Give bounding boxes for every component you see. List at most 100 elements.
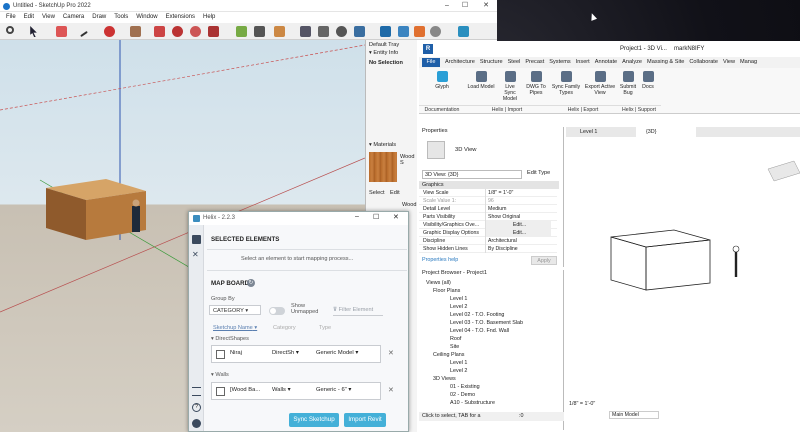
menu-window[interactable]: Window [136,14,157,20]
view-tab-3d[interactable]: {3D} [636,127,696,137]
menu-extensions[interactable]: Extensions [166,14,195,20]
revit-3d-view[interactable] [566,127,800,419]
tree-node[interactable]: Level 02 - T.O. Footing [419,311,559,319]
tape-measure-icon[interactable] [236,26,247,37]
menu-draw[interactable]: Draw [92,14,106,20]
materials-header[interactable]: ▾ Materials [369,142,396,148]
edit-button[interactable]: Edit... [485,229,551,237]
sync-sketchup-button[interactable]: Sync Sketchup [289,413,339,427]
prop-value[interactable]: Show Original [485,213,551,221]
tab-massing[interactable]: Massing & Site [647,57,684,68]
maximize-icon[interactable]: ☐ [455,0,475,12]
eraser-icon[interactable] [56,26,67,37]
tree-node[interactable]: 02 - Demo [419,391,559,399]
tab-steel[interactable]: Steel [508,57,521,68]
tree-node[interactable]: Floor Plans [419,287,559,295]
glyph-button[interactable]: Glyph [429,71,455,103]
row-type[interactable]: Generic - 6" ▾ [316,387,351,393]
group-directshapes[interactable]: ▾ DirectShapes [211,336,249,342]
tab-edit[interactable]: Edit [390,190,400,196]
prop-value[interactable]: Medium [485,205,551,213]
menu-edit[interactable]: Edit [24,14,34,20]
docs-button[interactable]: Docs [640,71,656,103]
view-selector[interactable]: 3D View: {3D} [422,170,522,179]
sync-family-button[interactable]: Sync Family Types [551,71,581,103]
paint-bucket-icon[interactable] [274,26,285,37]
tree-node[interactable]: Site [419,343,559,351]
apply-button[interactable]: Apply [531,256,557,265]
tree-node[interactable]: Level 1 [419,359,559,367]
graphics-header[interactable]: Graphics [419,181,559,189]
prop-value[interactable]: 1/8" = 1'-0" [485,189,551,197]
load-model-button[interactable]: Load Model [467,71,495,103]
edit-type-button[interactable]: Edit Type [527,170,550,176]
refresh-icon[interactable]: ↻ [247,279,255,287]
row-type[interactable]: Generic Model ▾ [316,350,358,356]
tree-node[interactable]: Level 1 [419,295,559,303]
tree-node[interactable]: Roof [419,335,559,343]
tab-annotate[interactable]: Annotate [595,57,617,68]
tree-node[interactable]: Level 2 [419,367,559,375]
tab-structure[interactable]: Structure [480,57,503,68]
mapping-icon[interactable] [192,235,201,244]
tab-collaborate[interactable]: Collaborate [689,57,718,68]
rotate-icon[interactable] [190,26,201,37]
tools-icon[interactable]: ✕ [192,250,201,259]
model-selector[interactable]: Main Model [609,411,659,419]
tab-systems[interactable]: Systems [549,57,570,68]
menu-tools[interactable]: Tools [114,14,128,20]
material-swatch[interactable] [369,152,397,182]
pan-icon[interactable] [318,26,329,37]
minimize-icon[interactable]: – [355,213,359,220]
extension-manager-icon[interactable] [430,26,441,37]
tab-architecture[interactable]: Architecture [445,57,475,68]
tree-icon[interactable] [192,387,201,396]
line-icon[interactable] [80,30,88,38]
row-category[interactable]: DirectSh ▾ [272,350,299,356]
minimize-icon[interactable]: – [437,0,457,12]
revit-logo-icon[interactable]: R [423,44,433,54]
prop-value[interactable]: By Discipline [485,245,551,253]
scale-icon[interactable] [208,26,219,37]
close-icon[interactable]: ✕ [476,0,496,12]
tree-node[interactable]: Views (all) [419,279,559,287]
prop-value[interactable]: Architectural [485,237,551,245]
tree-node[interactable]: Ceiling Plans [419,351,559,359]
tab-precast[interactable]: Precast [525,57,544,68]
properties-help-link[interactable]: Properties help [422,257,458,263]
helix-extension-icon[interactable] [458,26,469,37]
user-name[interactable]: markN8IFY [674,41,704,57]
zoom-icon[interactable] [336,26,347,37]
warehouse-icon[interactable] [380,26,391,37]
entity-info-header[interactable]: ▾ Entity Info [369,50,398,56]
orbit-icon[interactable] [300,26,311,37]
remove-row-icon[interactable]: ✕ [388,349,394,357]
tab-analyze[interactable]: Analyze [622,57,642,68]
remove-row-icon[interactable]: ✕ [388,386,394,394]
group-walls[interactable]: ▾ Walls [211,372,229,378]
view-tab-level1[interactable]: Level 1 [580,127,597,137]
maximize-icon[interactable]: ☐ [373,213,379,221]
edit-button[interactable]: Edit... [485,221,551,229]
tab-manage[interactable]: Manag [740,57,757,68]
tab-file[interactable]: File [422,58,440,67]
show-unmapped-toggle[interactable] [269,307,285,315]
zoom-extents-icon[interactable] [354,26,365,37]
menu-view[interactable]: View [42,14,55,20]
submit-bug-button[interactable]: Submit Bug [618,71,638,103]
select-arrow-icon[interactable] [30,26,37,37]
push-pull-icon[interactable] [154,26,165,37]
export-view-button[interactable]: Export Active View [584,71,616,103]
col-sketchup-name[interactable]: Sketchup Name ▾ [213,325,257,331]
filter-input[interactable]: ⊽ Filter Element [333,307,383,316]
help-icon[interactable]: ? [192,403,201,412]
row-category[interactable]: Walls ▾ [272,387,291,393]
move-icon[interactable] [172,26,183,37]
tab-select[interactable]: Select [369,190,385,196]
arc-icon[interactable] [104,26,115,37]
tab-insert[interactable]: Insert [576,57,590,68]
close-icon[interactable]: ✕ [393,213,399,221]
tree-node[interactable]: A10 - Substructure [419,399,559,407]
import-revit-button[interactable]: Import Revit [344,413,386,427]
dwg-button[interactable]: DWG To Pipes [525,71,547,103]
